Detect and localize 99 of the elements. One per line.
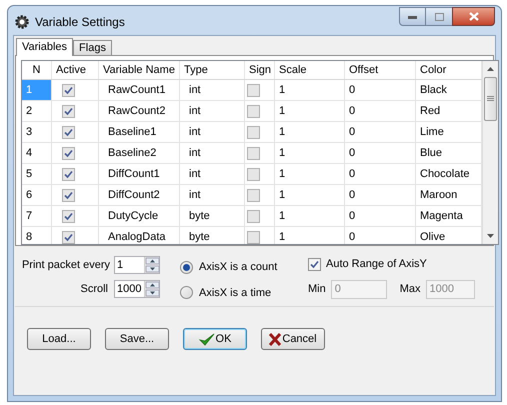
table-cell: 1	[275, 80, 345, 100]
cross-icon	[269, 332, 282, 346]
table-cell: byte	[180, 206, 245, 226]
column-header[interactable]: Type	[180, 61, 245, 79]
spin-arrows-icon[interactable]	[144, 257, 159, 273]
tab[interactable]: Variables	[16, 38, 74, 56]
checkbox[interactable]	[247, 105, 260, 118]
checkbox[interactable]	[247, 126, 260, 139]
ok-button[interactable]: OK	[183, 328, 247, 350]
table-cell: 0	[345, 122, 416, 142]
table-cell: 0	[345, 143, 416, 163]
spin-box[interactable]: 1000	[114, 280, 160, 298]
minimize-icon	[408, 14, 417, 18]
dialog-button[interactable]: Save...	[105, 328, 169, 350]
table-cell: Baseline1	[99, 122, 180, 142]
spin-value: 1	[116, 258, 124, 273]
checkbox[interactable]	[62, 231, 75, 244]
scroll-thumb[interactable]	[484, 77, 497, 121]
table-cell: 1	[22, 80, 52, 100]
table-cell: int	[180, 101, 245, 121]
checkbox[interactable]	[62, 210, 75, 223]
radio-label: AxisX is a count	[199, 260, 278, 275]
radio-button[interactable]	[180, 260, 193, 274]
cancel-button[interactable]: Cancel	[261, 328, 325, 350]
column-header[interactable]: N	[22, 61, 52, 79]
table-cell: AnalogData	[99, 227, 180, 244]
checkbox[interactable]	[62, 147, 75, 160]
window-title: Variable Settings	[35, 14, 125, 30]
table-cell: 0	[345, 80, 416, 100]
check-icon	[198, 332, 215, 346]
table-cell: 0	[345, 227, 416, 244]
checkbox[interactable]	[62, 168, 75, 181]
column-header[interactable]: Variable Name	[99, 61, 180, 79]
table-cell: 4	[22, 143, 52, 163]
close-icon	[468, 12, 478, 21]
table-cell: 7	[22, 206, 52, 226]
maximize-button[interactable]	[426, 7, 452, 26]
table-cell: 1	[275, 185, 345, 205]
table-cell: 1	[275, 143, 345, 163]
spin-box[interactable]: 1	[114, 256, 160, 274]
checkbox[interactable]	[62, 189, 75, 202]
table-cell: RawCount1	[99, 80, 180, 100]
radio-label: AxisX is a time	[199, 286, 272, 300]
table-cell: 2	[22, 101, 52, 121]
column-header[interactable]: Offset	[345, 61, 416, 79]
scroll-down-icon[interactable]	[487, 234, 494, 238]
table-cell: byte	[180, 227, 245, 244]
checkbox[interactable]	[62, 84, 75, 97]
checkbox[interactable]	[247, 210, 260, 223]
checkbox[interactable]	[247, 147, 260, 160]
table-cell: DiffCount1	[99, 164, 180, 184]
checkbox[interactable]	[247, 168, 260, 181]
column-header[interactable]: Sign	[245, 61, 275, 79]
table-cell: 0	[345, 206, 416, 226]
checkbox[interactable]	[247, 84, 260, 97]
minimize-button[interactable]	[399, 7, 426, 26]
table-cell: 5	[22, 164, 52, 184]
table-cell: int	[180, 164, 245, 184]
spin-value: 1000	[116, 282, 142, 297]
vertical-scrollbar[interactable]	[482, 61, 498, 244]
table-cell: int	[180, 143, 245, 163]
scroll-up-icon[interactable]	[487, 67, 494, 71]
table-cell: Baseline2	[99, 143, 180, 163]
field-label: Print packet every	[22, 258, 110, 273]
table-cell: int	[180, 185, 245, 205]
checkbox[interactable]	[247, 231, 260, 244]
field-label: Max	[400, 282, 421, 297]
table-cell: DutyCycle	[99, 206, 180, 226]
checkbox[interactable]	[247, 189, 260, 202]
table-cell: 0	[345, 164, 416, 184]
table-cell: 6	[22, 185, 52, 205]
tab[interactable]: Flags	[73, 40, 112, 55]
table-cell: int	[180, 122, 245, 142]
table-cell: 1	[275, 227, 345, 244]
table-cell: 1	[275, 101, 345, 121]
checkbox[interactable]	[62, 126, 75, 139]
radio-button[interactable]	[180, 286, 193, 300]
table-cell: 0	[345, 101, 416, 121]
table-cell: 8	[22, 227, 52, 244]
table-cell: 1	[275, 206, 345, 226]
table-cell: RawCount2	[99, 101, 180, 121]
checkbox-label: Auto Range of AxisY	[326, 257, 427, 272]
table-cell: 1	[275, 164, 345, 184]
gear-icon	[14, 14, 30, 30]
column-header[interactable]: Scale	[275, 61, 345, 79]
column-header[interactable]: Active	[52, 61, 99, 79]
field-label: Scroll	[80, 282, 108, 297]
maximize-icon	[434, 12, 444, 20]
checkbox[interactable]	[308, 258, 321, 271]
spin-arrows-icon[interactable]	[144, 281, 159, 297]
field-label: Min	[308, 282, 326, 297]
table-cell: int	[180, 80, 245, 100]
table-cell: DiffCount2	[99, 185, 180, 205]
checkbox[interactable]	[62, 105, 75, 118]
table-cell: 1	[275, 122, 345, 142]
close-button[interactable]	[452, 7, 495, 26]
table-cell: 3	[22, 122, 52, 142]
dialog-button[interactable]: Load...	[27, 328, 91, 350]
table-cell: 0	[345, 185, 416, 205]
